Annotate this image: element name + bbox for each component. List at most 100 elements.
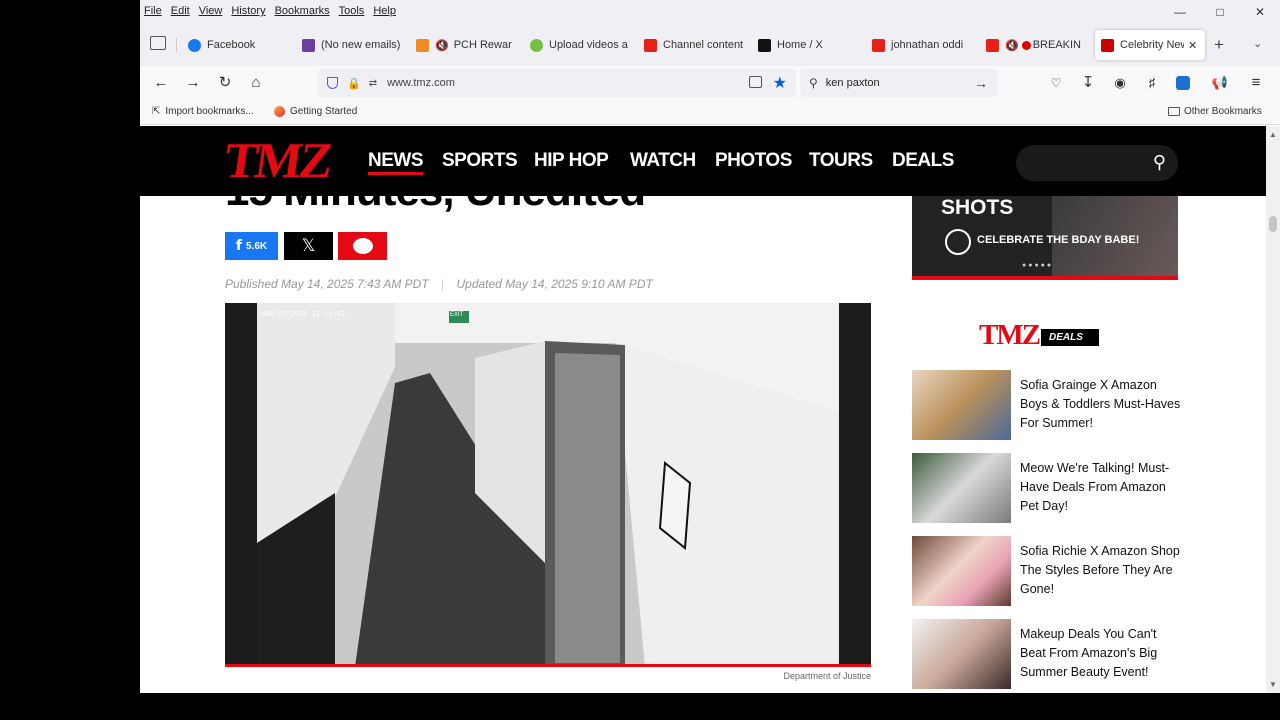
reader-view-icon[interactable]	[749, 76, 762, 88]
app-menu-icon[interactable]: ≡	[1246, 73, 1266, 93]
article-dates: Published May 14, 2025 7:43 AM PDT | Upd…	[225, 277, 653, 291]
firefox-icon	[274, 106, 285, 117]
tab-johnathan[interactable]: johnathan oddi	[872, 30, 972, 60]
tab-list-icon[interactable]	[150, 36, 166, 50]
tab-celebrity-news[interactable]: Celebrity New ✕	[1095, 30, 1205, 60]
comment-icon	[352, 238, 373, 254]
lock-icon[interactable]: 🔒	[347, 77, 361, 90]
minimize-icon[interactable]: —	[1160, 0, 1200, 22]
reload-icon[interactable]: ↻	[215, 73, 235, 93]
site-search[interactable]: ⚲	[1016, 145, 1178, 181]
bookmark-getting-started[interactable]: Getting Started	[274, 106, 357, 117]
mute-icon[interactable]: 🔇	[435, 39, 449, 52]
tab-label: Celebrity New	[1120, 39, 1184, 51]
downloads-icon[interactable]: ↧	[1078, 73, 1098, 93]
bookmark-star-icon[interactable]: ★	[773, 73, 787, 93]
deals-logo[interactable]: TMZ DEALS	[979, 319, 1114, 353]
tab-label: Upload videos a	[549, 39, 628, 51]
menu-help[interactable]: Help	[373, 5, 396, 17]
video-timestamp: MAR/05/2016 11:19:52	[261, 310, 346, 318]
new-tab-icon[interactable]: +	[1214, 35, 1224, 55]
nav-tours[interactable]: TOURS	[809, 150, 873, 172]
close-tab-icon[interactable]: ✕	[1188, 39, 1197, 52]
bookmark-import[interactable]: ⇱ Import bookmarks...	[152, 106, 254, 117]
close-window-icon[interactable]: ✕	[1240, 0, 1280, 22]
home-icon[interactable]: ⌂	[246, 73, 266, 93]
mute-icon[interactable]: 🔇	[1005, 39, 1019, 52]
tab-pch[interactable]: 🔇 PCH Rewards	[416, 30, 512, 60]
shield-icon[interactable]	[327, 77, 338, 89]
youtube-icon	[872, 38, 885, 52]
tab-email[interactable]: (No new emails)	[302, 30, 412, 60]
promo-caption: CELEBRATE THE BDAY BABE!	[977, 234, 1140, 246]
menu-edit[interactable]: Edit	[171, 5, 190, 17]
promo-card[interactable]: SHOTS CELEBRATE THE BDAY BABE! ●●●●●	[912, 196, 1178, 280]
deal-item[interactable]: Sofia Grainge X Amazon Boys & Toddlers M…	[912, 370, 1182, 442]
search-bar[interactable]: ⚲ ken paxton →	[800, 69, 998, 97]
tab-label: BREAKIN	[1032, 39, 1081, 51]
promo-title: SHOTS	[941, 196, 1014, 219]
megaphone-icon[interactable]: 📢	[1210, 73, 1230, 93]
scroll-up-icon[interactable]: ▲	[1269, 130, 1277, 139]
nav-sports[interactable]: SPORTS	[442, 150, 518, 172]
tmz-icon	[1101, 38, 1114, 52]
deal-item[interactable]: Sofia Richie X Amazon Shop The Styles Be…	[912, 536, 1182, 608]
maximize-icon[interactable]: □	[1200, 0, 1240, 22]
deal-item[interactable]: Meow We're Talking! Must-Have Deals From…	[912, 453, 1182, 525]
pocket-icon[interactable]: ♡	[1046, 73, 1066, 93]
menu-history[interactable]: History	[231, 5, 265, 17]
facebook-icon: f	[235, 238, 242, 254]
pch-icon	[416, 38, 429, 52]
list-all-tabs-icon[interactable]: ⌄	[1253, 37, 1262, 50]
video-player[interactable]: MAR/05/2016 11:19:52 EXIT	[225, 303, 871, 667]
nav-photos[interactable]: PHOTOS	[715, 150, 792, 172]
menu-tools[interactable]: Tools	[339, 5, 365, 17]
bookmark-other[interactable]: Other Bookmarks	[1168, 106, 1262, 117]
tab-upload[interactable]: Upload videos a	[530, 30, 630, 60]
address-bar[interactable]: 🔒 ⇄ www.tmz.com ★	[318, 69, 796, 97]
nav-watch[interactable]: WATCH	[630, 150, 696, 172]
url-text: www.tmz.com	[387, 77, 455, 89]
deals-logo-tmz: TMZ	[979, 319, 1041, 351]
extension-badge-icon[interactable]	[1176, 76, 1190, 90]
tab-channel[interactable]: Channel content	[644, 30, 744, 60]
deal-item[interactable]: Makeup Deals You Can't Beat From Amazon'…	[912, 619, 1182, 691]
nav-news[interactable]: NEWS	[368, 150, 424, 172]
deal-thumbnail	[912, 536, 1011, 606]
menu-bar: File Edit View History Bookmarks Tools H…	[140, 0, 1280, 22]
extensions-icon[interactable]: ♯	[1142, 73, 1162, 93]
nav-deals[interactable]: DEALS	[892, 150, 954, 172]
youtube-icon	[986, 38, 999, 52]
tab-breaking[interactable]: 🔇 BREAKIN	[986, 30, 1084, 60]
permissions-icon[interactable]: ⇄	[369, 78, 377, 89]
deals-logo-tag: DEALS	[1041, 329, 1099, 346]
bookmark-label: Import bookmarks...	[165, 106, 254, 117]
video-credit: Department of Justice	[783, 671, 871, 681]
menu-bookmarks[interactable]: Bookmarks	[275, 5, 330, 17]
menu-view[interactable]: View	[199, 5, 223, 17]
search-go-icon[interactable]: →	[974, 75, 988, 91]
account-icon[interactable]: ◉	[1110, 73, 1130, 93]
scroll-down-icon[interactable]: ▼	[1269, 680, 1277, 689]
carousel-dots[interactable]: ●●●●●	[1022, 262, 1053, 269]
menu-file[interactable]: File	[144, 5, 162, 17]
navigation-bar: ← → ↻ ⌂ 🔒 ⇄ www.tmz.com ★ ⚲ ken paxton →…	[140, 66, 1280, 100]
scroll-thumb[interactable]	[1269, 216, 1277, 232]
search-icon[interactable]: ⚲	[1153, 152, 1166, 173]
page-scrollbar[interactable]: ▲ ▼	[1266, 126, 1280, 693]
search-input[interactable]: ken paxton	[826, 77, 880, 89]
facebook-icon	[188, 38, 201, 52]
back-icon[interactable]: ←	[151, 73, 171, 93]
exit-sign: EXIT	[450, 312, 464, 318]
deal-thumbnail	[912, 453, 1011, 523]
folder-icon	[1168, 107, 1180, 116]
tmz-logo[interactable]: TMZ	[221, 131, 334, 189]
x-share-button[interactable]: 𝕏	[284, 232, 333, 260]
x-icon: 𝕏	[301, 236, 316, 256]
nav-hip-hop[interactable]: HIP HOP	[534, 150, 609, 172]
facebook-share-button[interactable]: f 5.6K	[225, 232, 278, 260]
tab-facebook[interactable]: Facebook	[188, 30, 298, 60]
comments-button[interactable]	[338, 232, 387, 260]
tab-x[interactable]: Home / X	[758, 30, 858, 60]
forward-icon[interactable]: →	[183, 73, 203, 93]
